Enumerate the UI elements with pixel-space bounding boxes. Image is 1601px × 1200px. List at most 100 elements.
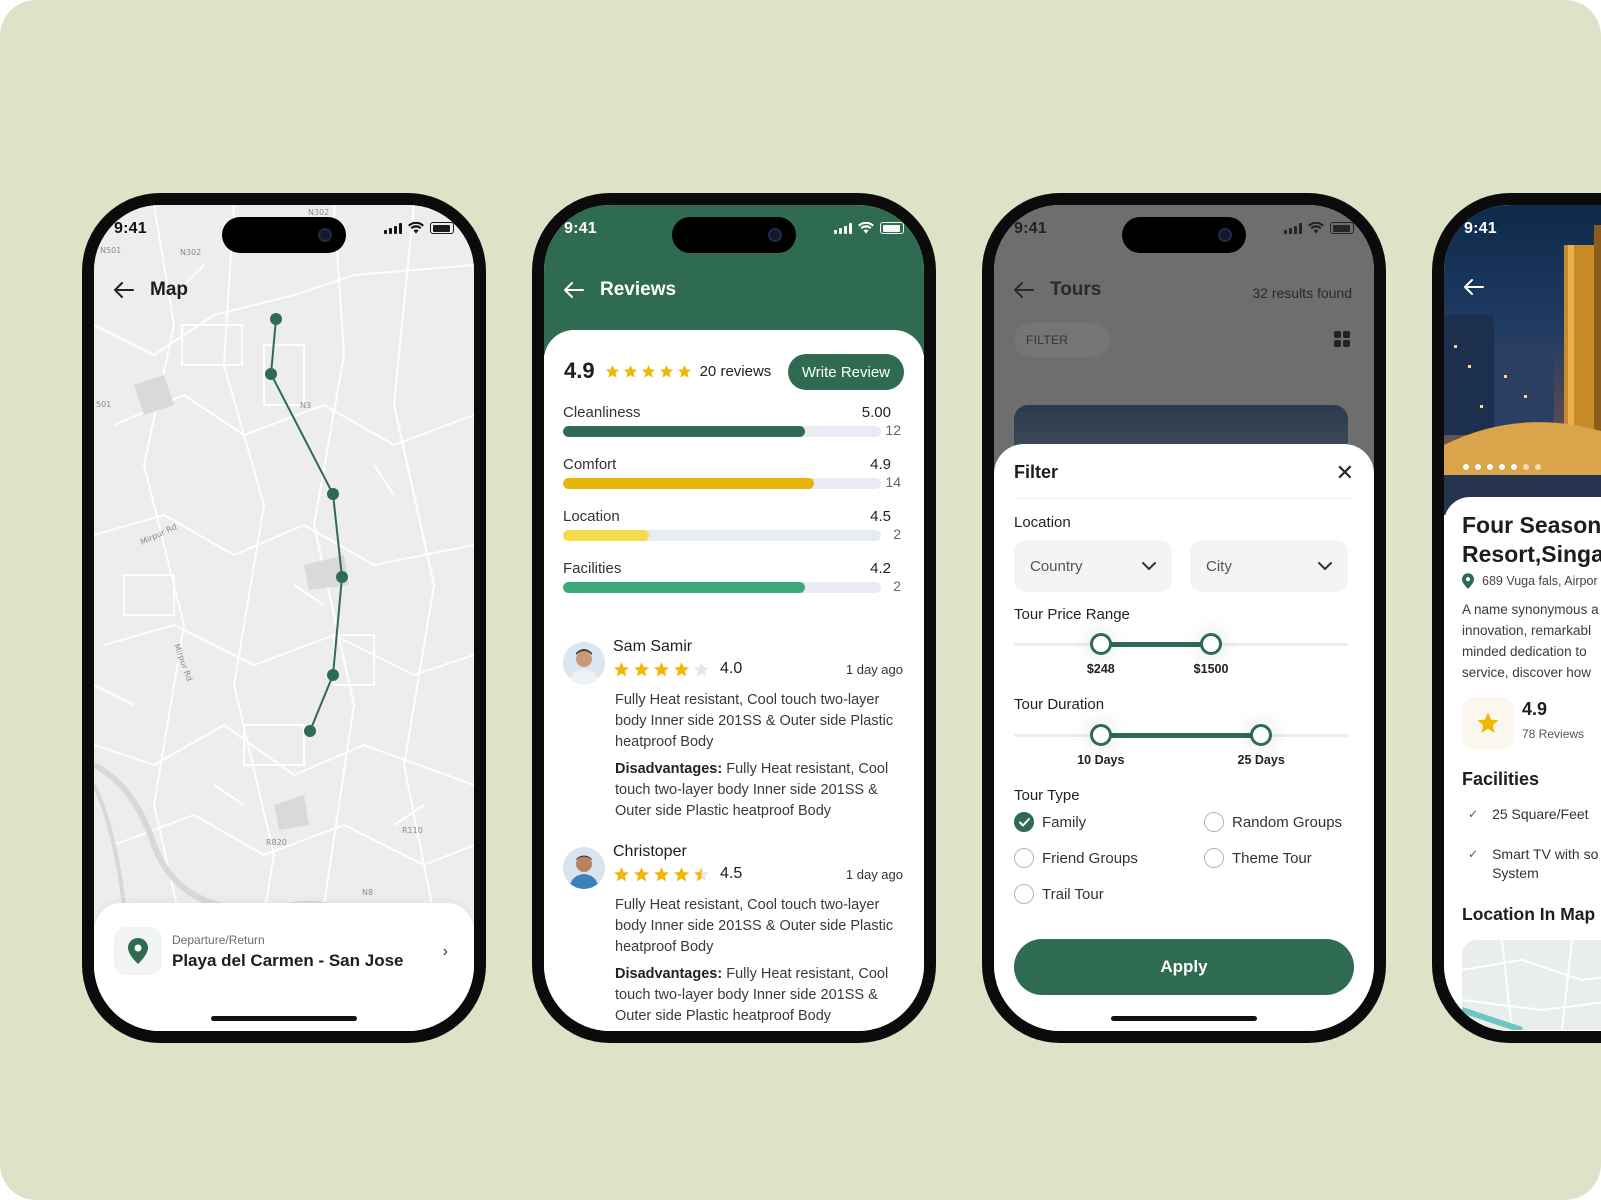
country-select[interactable]: Country [1014, 540, 1172, 592]
route-stop-marker[interactable] [336, 571, 348, 583]
category-name: Facilities [563, 560, 622, 577]
filter-chip[interactable]: FILTER [1014, 323, 1110, 357]
back-arrow-icon[interactable] [564, 282, 584, 298]
route-stop-marker[interactable] [270, 313, 282, 325]
map-road-label: R820 [266, 838, 287, 847]
option-label: Friend Groups [1042, 849, 1138, 867]
category-bar-fill [563, 478, 815, 489]
star-icon [641, 364, 655, 378]
star-icon [693, 661, 710, 676]
radio-button[interactable] [1014, 884, 1034, 904]
slider-min-label: $248 [1086, 662, 1115, 676]
tour-type-option[interactable]: Random Groups [1204, 812, 1342, 832]
tour-type-option[interactable]: Trail Tour [1014, 884, 1104, 904]
category-count: 14 [885, 474, 901, 490]
map-screen: N302 N501 N302 N3 501 Mirpur Rd Mirpur R… [94, 205, 474, 1031]
reviewer-rating: 4.5 [613, 865, 742, 883]
review-text: Fully Heat resistant, Cool touch two-lay… [615, 895, 903, 1027]
category-facilities: Facilities 4.2 2 [563, 560, 901, 610]
route-stop-marker[interactable] [327, 669, 339, 681]
slider-max-label: $1500 [1193, 662, 1229, 676]
review-disadvantages: Disadvantages: Fully Heat resistant, Coo… [615, 964, 903, 1027]
status-time: 9:41 [564, 220, 597, 237]
location-mini-map[interactable] [1461, 939, 1601, 1031]
radio-button[interactable] [1204, 848, 1224, 868]
chevron-right-icon[interactable]: › [443, 943, 448, 961]
category-score: 4.9 [870, 456, 891, 473]
tour-type-label: Tour Type [1014, 787, 1080, 804]
star-icon [1462, 697, 1514, 749]
description-line: service, discover how [1462, 665, 1592, 680]
signal-icon [384, 222, 402, 234]
map-road-label: N8 [362, 888, 373, 897]
slider-min-handle[interactable] [1089, 633, 1112, 655]
category-bar [563, 478, 881, 489]
avatar[interactable] [563, 642, 605, 684]
back-arrow-icon[interactable] [114, 282, 134, 298]
status-time: 9:41 [1014, 220, 1047, 237]
star-icon [653, 866, 670, 881]
price-range-slider[interactable]: $248 $1500 [1014, 628, 1348, 676]
category-bar-fill [563, 582, 805, 593]
slider-min-handle[interactable] [1089, 724, 1112, 746]
route-stop-marker[interactable] [304, 725, 316, 737]
dynamic-island [222, 217, 346, 253]
reviewer-name: Christoper [613, 843, 687, 860]
grid-view-icon[interactable] [1334, 331, 1350, 347]
slider-active-range [1100, 733, 1262, 738]
check-icon [1018, 817, 1030, 826]
departure-card[interactable]: Departure/Return Playa del Carmen - San … [94, 903, 474, 1031]
category-score: 4.2 [870, 560, 891, 577]
map-road-label: R110 [402, 826, 423, 835]
slider-min-label: 10 Days [1077, 753, 1125, 767]
star-icon [659, 364, 673, 378]
radio-button[interactable] [1204, 812, 1224, 832]
duration-label: Tour Duration [1014, 696, 1105, 713]
hotel-title: Four Season Resort,Singa [1462, 511, 1601, 569]
tour-type-option[interactable]: Family [1014, 812, 1086, 832]
review-body: Fully Heat resistant, Cool touch two-lay… [615, 692, 894, 750]
radio-button[interactable] [1014, 848, 1034, 868]
write-review-button[interactable]: Write Review [787, 354, 904, 390]
description-line: A name synonymous a [1462, 602, 1599, 617]
facility-label: 25 Square/Feet [1492, 806, 1589, 822]
battery-icon [1330, 222, 1354, 234]
apply-button[interactable]: Apply [1014, 939, 1354, 995]
category-cleanliness: Cleanliness 5.00 12 [563, 404, 901, 454]
close-icon[interactable]: ✕ [1336, 460, 1354, 486]
location-pin-icon [114, 927, 162, 975]
results-count: 32 results found [1252, 285, 1352, 301]
tours-screen: 9:41 Tours 32 results found FILTER Filte… [994, 205, 1374, 1031]
dynamic-island [1122, 217, 1246, 253]
location-pin-icon [1462, 573, 1474, 589]
category-name: Cleanliness [563, 404, 641, 421]
option-label: Theme Tour [1232, 849, 1312, 867]
facility-item: ✓ Smart TV with so System [1468, 845, 1598, 883]
back-arrow-icon[interactable] [1464, 279, 1484, 295]
option-label: Random Groups [1232, 813, 1343, 831]
star-icon [613, 661, 630, 676]
home-indicator [211, 1016, 357, 1021]
star-icon [673, 866, 690, 881]
hotel-rating-value: 4.9 [1522, 699, 1548, 719]
category-count: 2 [893, 526, 901, 542]
back-arrow-icon[interactable] [1014, 282, 1034, 298]
route-stop-marker[interactable] [327, 488, 339, 500]
route-stop-marker[interactable] [265, 368, 277, 380]
tour-type-option[interactable]: Theme Tour [1204, 848, 1312, 868]
filter-sheet: Filter ✕ Location Country City Tour Pric… [994, 444, 1374, 1031]
avatar[interactable] [563, 847, 605, 889]
slider-max-handle[interactable] [1200, 633, 1223, 655]
slider-max-handle[interactable] [1250, 724, 1273, 746]
tour-type-option[interactable]: Friend Groups [1014, 848, 1138, 868]
duration-slider[interactable]: 10 Days 25 Days [1014, 719, 1348, 767]
description-line: minded dedication to [1462, 644, 1587, 659]
radio-button[interactable] [1014, 812, 1034, 832]
city-select[interactable]: City [1190, 540, 1348, 592]
location-label: Location [1014, 514, 1071, 531]
hotel-rating[interactable]: 4.9 78 Reviews [1462, 697, 1601, 753]
category-count: 12 [885, 422, 901, 438]
reviews-screen: 9:41 Reviews 4.9 20 reviews Write Review [544, 205, 924, 1031]
overall-rating: 4.9 [564, 358, 595, 383]
wifi-icon [858, 222, 874, 234]
